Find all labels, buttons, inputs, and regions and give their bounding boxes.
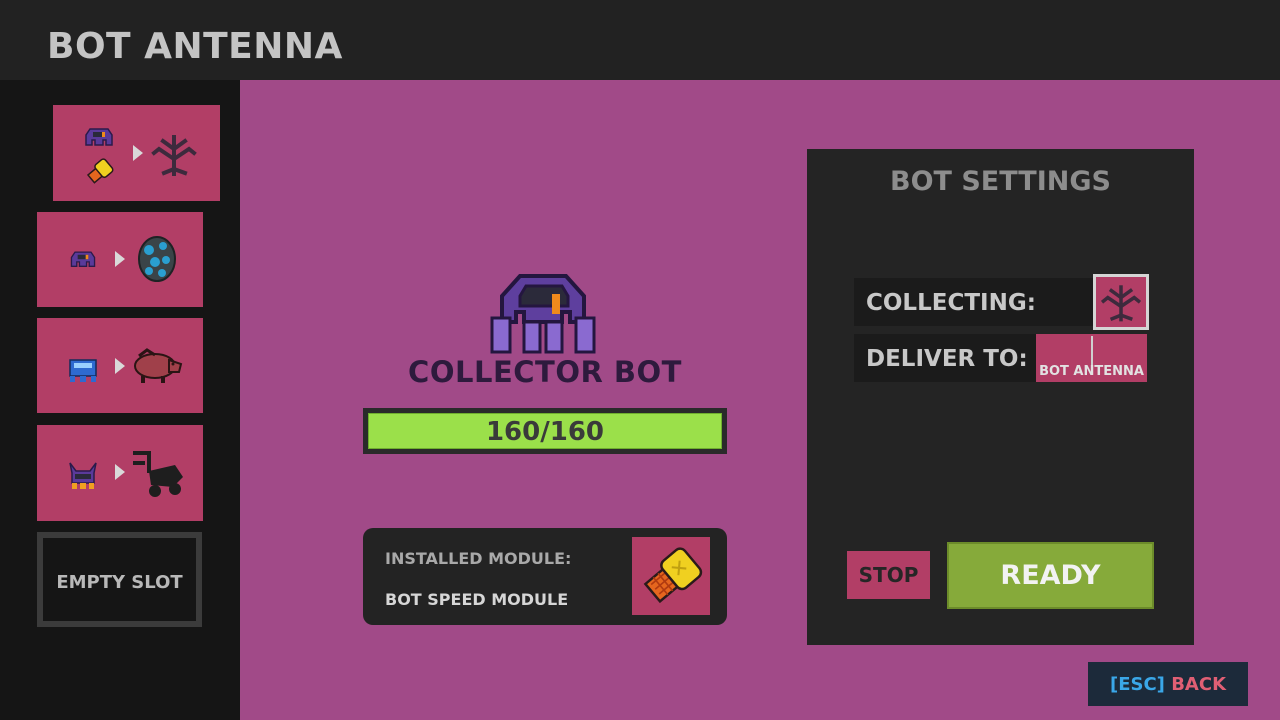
installed-module-label: INSTALLED MODULE:	[385, 549, 572, 568]
deliver-target-slot[interactable]: BOT ANTENNA	[1036, 334, 1147, 382]
bot-settings-title: BOT SETTINGS	[890, 166, 1111, 197]
arrow-right-icon	[115, 464, 125, 480]
back-button[interactable]: [ESC] BACK	[1088, 662, 1248, 706]
page-title: BOT ANTENNA	[47, 26, 343, 67]
health-text: 160/160	[485, 417, 605, 447]
purple-bot-icon	[85, 128, 113, 146]
bot-slot-3[interactable]	[37, 318, 203, 413]
empty-slot-label: EMPTY SLOT	[56, 572, 183, 593]
arrow-right-icon	[133, 145, 143, 161]
collecting-target-slot[interactable]	[1093, 274, 1149, 330]
installed-module-card[interactable]: INSTALLED MODULE: BOT SPEED MODULE	[363, 528, 727, 625]
bot-settings-panel: BOT SETTINGS COLLECTING: DELIVER TO: BOT…	[807, 149, 1194, 645]
blue-bot-icon	[69, 359, 97, 382]
stop-button[interactable]: STOP	[847, 551, 930, 599]
module-name: BOT SPEED MODULE	[385, 590, 569, 609]
lawnmower-icon	[133, 451, 183, 497]
dark-plant-icon	[1100, 285, 1142, 322]
deliver-label: DELIVER TO:	[866, 346, 1028, 372]
bot-slot-list: EMPTY SLOT	[0, 80, 240, 720]
ready-button[interactable]: READY	[947, 542, 1154, 609]
collector-bot-icon	[490, 274, 596, 354]
bot-slot-2[interactable]	[37, 212, 203, 307]
esc-key-hint: [ESC]	[1109, 673, 1165, 695]
deliver-target-name: BOT ANTENNA	[1039, 364, 1144, 379]
bot-slot-1[interactable]	[53, 105, 220, 201]
collecting-row: COLLECTING:	[854, 278, 1094, 326]
boar-icon	[134, 348, 183, 383]
speed-module-icon	[86, 158, 114, 184]
collecting-label: COLLECTING:	[866, 290, 1036, 316]
bot-health-bar: 160/160	[363, 408, 727, 454]
purple-bot-icon	[70, 251, 96, 267]
module-slot[interactable]	[632, 537, 710, 615]
back-label: BACK	[1171, 673, 1227, 695]
bot-name: COLLECTOR BOT	[408, 355, 682, 389]
dark-plant-icon	[151, 135, 197, 176]
arrow-right-icon	[115, 251, 125, 267]
bot-slot-4[interactable]	[37, 425, 203, 521]
arrow-right-icon	[115, 358, 125, 374]
top-bar: BOT ANTENNA	[0, 0, 1280, 80]
empty-bot-slot[interactable]: EMPTY SLOT	[37, 532, 202, 627]
speed-module-icon	[643, 547, 703, 604]
blue-ore-icon	[138, 236, 176, 282]
horned-bot-icon	[69, 462, 97, 489]
